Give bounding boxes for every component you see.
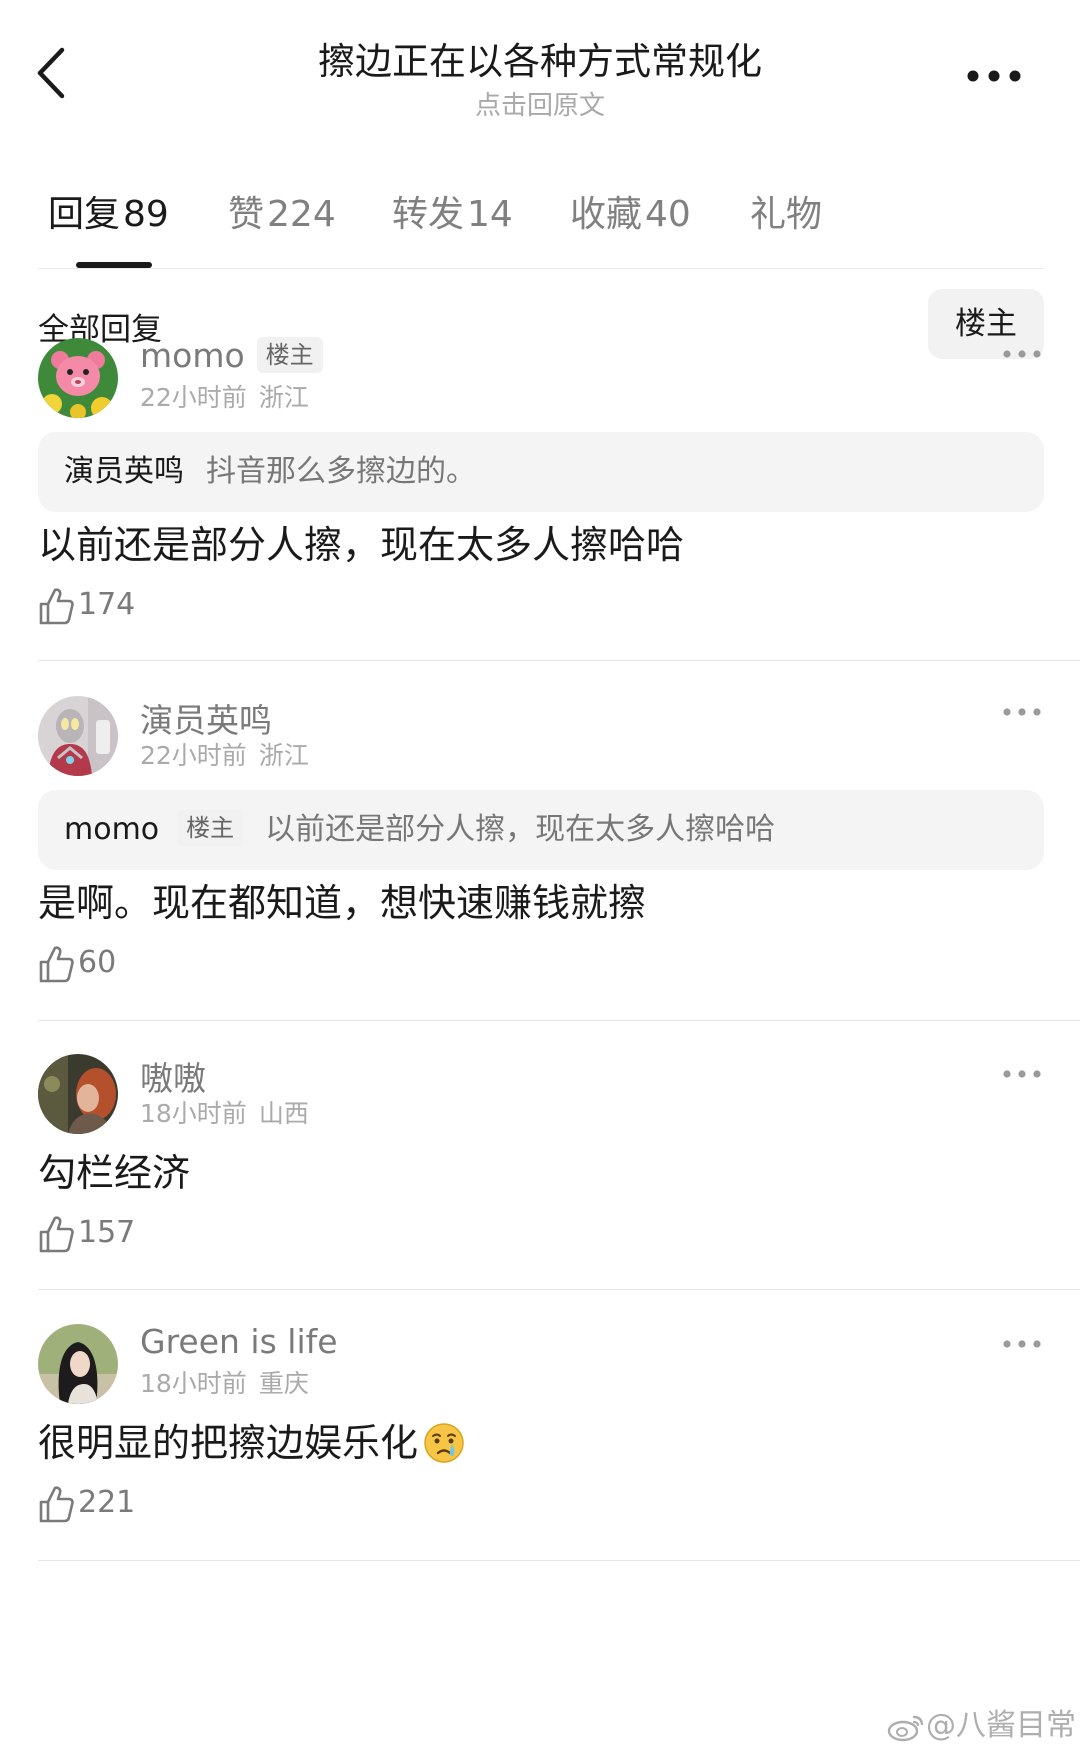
more-icon <box>1003 1070 1041 1078</box>
comment-username[interactable]: 演员英鸣 <box>140 694 272 742</box>
comment-location: 重庆 <box>258 1369 309 1398</box>
op-badge: 楼主 <box>256 336 323 373</box>
thumbs-up-icon <box>39 588 74 625</box>
tab-count: 224 <box>267 194 336 235</box>
quoted-username: momo <box>64 812 160 847</box>
comment-username[interactable]: momo 楼主 <box>140 336 323 376</box>
more-icon <box>1003 350 1041 358</box>
thumbs-up-icon <box>39 1486 74 1523</box>
comment-more-button[interactable] <box>1002 1336 1042 1350</box>
avatar[interactable] <box>38 1324 118 1404</box>
quoted-reply[interactable]: 演员英鸣 抖音那么多擦边的。 <box>38 432 1044 512</box>
girl-avatar-icon <box>38 1324 118 1404</box>
ultraman-avatar-icon <box>38 696 118 776</box>
username-text: momo <box>140 336 245 375</box>
comment-username[interactable]: 嗷嗷 <box>140 1052 206 1100</box>
tab-label: 赞 <box>228 194 265 235</box>
quoted-username: 演员英鸣 <box>64 454 184 489</box>
comment-meta: 18小时前 山西 <box>140 1094 309 1130</box>
divider <box>38 660 1080 661</box>
op-badge: 楼主 <box>177 809 244 846</box>
title-block: 擦边正在以各种方式常规化 点击回原文 <box>200 38 880 124</box>
like-count: 60 <box>78 944 117 980</box>
comment-username[interactable]: Green is life <box>140 1322 338 1361</box>
comment-meta: 18小时前 重庆 <box>140 1364 309 1400</box>
like-count: 174 <box>78 586 136 622</box>
comment-more-button[interactable] <box>1002 1066 1042 1080</box>
top-bar: 擦边正在以各种方式常规化 点击回原文 <box>0 0 1080 140</box>
like-button[interactable]: 221 <box>38 1484 135 1528</box>
photo-avatar-icon <box>38 1054 118 1134</box>
like-count: 221 <box>78 1484 136 1520</box>
chevron-left-icon <box>37 47 65 99</box>
comment-time: 22小时前 <box>140 741 247 770</box>
comment-location: 浙江 <box>258 383 309 412</box>
reply-list-page: 擦边正在以各种方式常规化 点击回原文 回复89 赞224 转发14 收藏40 礼… <box>0 0 1080 1749</box>
comment-time: 22小时前 <box>140 383 247 412</box>
comment-location: 山西 <box>258 1099 309 1128</box>
tab-label: 回复 <box>48 194 121 235</box>
tab-count: 14 <box>467 194 513 235</box>
comment-text: 勾栏经济 <box>38 1151 191 1195</box>
tab-count: 89 <box>123 194 169 235</box>
comment-location: 浙江 <box>258 741 309 770</box>
comment-item: Green is life 18小时前 重庆 很明显的把擦边娱乐化 221 <box>0 1322 1080 1560</box>
comment-text: 很明显的把擦边娱乐化 <box>38 1418 466 1468</box>
tab-count: 40 <box>645 194 691 235</box>
tab-label: 礼物 <box>750 194 823 235</box>
tab-reposts[interactable]: 转发14 <box>392 185 513 237</box>
watermark-text: @八酱目常 <box>926 1708 1076 1743</box>
quoted-text: 以前还是部分人擦，现在太多人擦哈哈 <box>265 812 776 847</box>
tab-replies[interactable]: 回复89 <box>48 185 169 237</box>
weibo-logo-icon <box>887 1715 924 1741</box>
divider <box>38 1560 1080 1561</box>
tab-likes[interactable]: 赞224 <box>228 185 336 237</box>
more-icon <box>967 70 1021 82</box>
avatar[interactable] <box>38 696 118 776</box>
comment-text: 是啊。现在都知道，想快速赚钱就擦 <box>38 881 647 925</box>
comment-time: 18小时前 <box>140 1369 247 1398</box>
thumbs-up-icon <box>39 946 74 983</box>
comment-more-button[interactable] <box>1002 346 1042 360</box>
tab-favorites[interactable]: 收藏40 <box>570 185 691 237</box>
tab-label: 收藏 <box>570 194 643 235</box>
quoted-text: 抖音那么多擦边的。 <box>206 454 476 489</box>
crying-face-emoji-icon <box>424 1422 464 1463</box>
like-button[interactable]: 174 <box>38 586 135 630</box>
tab-label: 转发 <box>392 194 465 235</box>
like-button[interactable]: 60 <box>38 944 116 988</box>
username-text: 演员英鸣 <box>140 701 272 740</box>
like-count: 157 <box>78 1214 136 1250</box>
like-button[interactable]: 157 <box>38 1214 135 1258</box>
tab-gifts[interactable]: 礼物 <box>750 185 822 237</box>
more-icon <box>1003 708 1041 716</box>
watermark: @八酱目常 <box>886 1700 1076 1744</box>
divider <box>38 1289 1080 1290</box>
thumbs-up-icon <box>39 1216 74 1253</box>
avatar[interactable] <box>38 338 118 418</box>
quoted-reply[interactable]: momo 楼主 以前还是部分人擦，现在太多人擦哈哈 <box>38 790 1044 870</box>
avatar[interactable] <box>38 1054 118 1134</box>
username-text: 嗷嗷 <box>140 1059 206 1098</box>
comment-meta: 22小时前 浙江 <box>140 378 309 414</box>
comment-item: momo 楼主 22小时前 浙江 演员英鸣 抖音那么多擦边的。 以前还是部分人擦，现在… <box>0 336 1080 660</box>
comment-item: 嗷嗷 18小时前 山西 勾栏经济 157 <box>0 1054 1080 1290</box>
active-tab-indicator <box>76 262 152 268</box>
comment-text: 以前还是部分人擦，现在太多人擦哈哈 <box>38 523 685 567</box>
back-to-post-link[interactable]: 点击回原文 <box>200 88 880 124</box>
comment-item: 演员英鸣 22小时前 浙江 momo 楼主 以前还是部分人擦，现在太多人擦哈哈 是啊。… <box>0 696 1080 1018</box>
more-icon <box>1003 1340 1041 1348</box>
comment-text-content: 很明显的把擦边娱乐化 <box>38 1421 419 1465</box>
divider <box>38 1020 1080 1021</box>
pink-bear-avatar-icon <box>38 338 118 418</box>
more-options-button[interactable] <box>964 64 1024 88</box>
comment-time: 18小时前 <box>140 1099 247 1128</box>
back-button[interactable] <box>30 40 90 110</box>
comment-meta: 22小时前 浙江 <box>140 736 309 772</box>
tab-bar: 回复89 赞224 转发14 收藏40 礼物 <box>38 185 1044 269</box>
comment-more-button[interactable] <box>1002 704 1042 718</box>
username-text: Green is life <box>140 1322 338 1361</box>
post-title: 擦边正在以各种方式常规化 <box>318 40 762 83</box>
